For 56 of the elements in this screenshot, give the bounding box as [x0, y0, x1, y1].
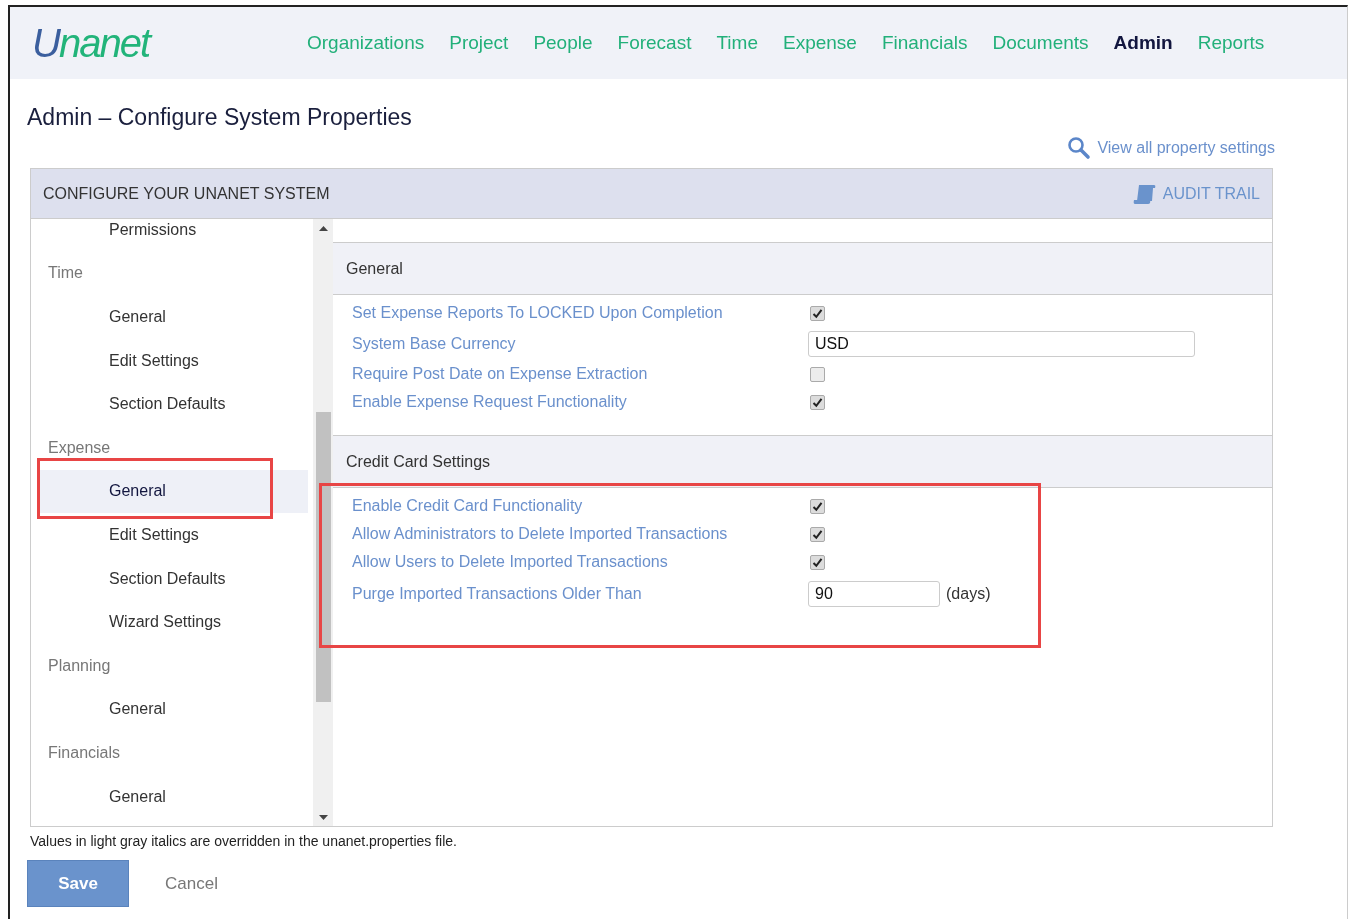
logo: Unanet	[32, 23, 149, 63]
setting-label[interactable]: Allow Users to Delete Imported Transactions	[352, 553, 808, 571]
view-all-link[interactable]: View all property settings	[1067, 136, 1275, 160]
nav-link[interactable]: Documents	[992, 32, 1089, 54]
setting-label[interactable]: Enable Credit Card Functionality	[352, 497, 808, 515]
down-arrow-icon[interactable]	[318, 815, 328, 820]
sidebar-item[interactable]: General	[40, 687, 308, 732]
sidebar-item[interactable]: Section Defaults	[40, 382, 308, 426]
scroll-icon	[1132, 182, 1157, 205]
checkbox[interactable]	[810, 366, 825, 382]
nav-link[interactable]: Expense	[783, 32, 857, 54]
sidebar-item[interactable]: Edit Settings	[40, 513, 308, 557]
days-field[interactable]: 90	[808, 581, 940, 607]
sidebar-item[interactable]: Section Defaults	[40, 556, 308, 601]
sidebar-item[interactable]: General	[40, 295, 308, 339]
checkbox[interactable]	[810, 394, 825, 410]
nav-link[interactable]: Reports	[1197, 32, 1265, 54]
checkbox[interactable]	[810, 554, 825, 570]
sidebar-item[interactable]: Edit Settings	[40, 338, 308, 383]
setting-label[interactable]: Require Post Date on Expense Extraction	[352, 365, 808, 383]
sidebar-group: Planning	[31, 643, 313, 688]
setting-label[interactable]: Allow Administrators to Delete Imported Transactions	[352, 525, 808, 543]
nav-link[interactable]: Time	[716, 32, 758, 54]
sidebar-group: Financials	[31, 731, 313, 775]
sidebar-group: Expense	[31, 425, 313, 470]
setting-label[interactable]: Purge Imported Transactions Older Than	[352, 585, 808, 603]
unit-label: (days)	[946, 585, 991, 603]
nav-link[interactable]: People	[533, 32, 593, 54]
nav-link[interactable]: Admin	[1113, 32, 1173, 54]
sidebar-item[interactable]: General	[40, 469, 308, 514]
sidebar-item[interactable]: General	[40, 774, 308, 819]
sidebar-item[interactable]: Permissions	[40, 219, 308, 252]
page-title: Admin – Configure System Properties	[27, 104, 413, 131]
footnote: Values in light gray italics are overridden in the unanet.properties file.	[30, 833, 458, 849]
sidebar-group: Time	[31, 251, 313, 296]
section-title: General	[346, 259, 403, 278]
nav-link[interactable]: Organizations	[307, 32, 425, 54]
setting-label[interactable]: Set Expense Reports To LOCKED Upon Completion	[352, 304, 808, 322]
up-arrow-icon[interactable]	[318, 226, 328, 231]
cancel-link[interactable]: Cancel	[165, 873, 218, 894]
nav-link[interactable]: Financials	[881, 32, 968, 54]
search-icon	[1067, 136, 1092, 160]
checkbox[interactable]	[810, 498, 825, 514]
panel-title: CONFIGURE YOUR UNANET SYSTEM	[43, 184, 330, 203]
scrollbar[interactable]	[313, 219, 333, 826]
nav-link[interactable]: Project	[449, 32, 509, 54]
setting-label[interactable]: System Base Currency	[352, 334, 808, 353]
save-button[interactable]: Save	[27, 860, 129, 907]
checkbox[interactable]	[810, 526, 825, 542]
sidebar-item[interactable]: Wizard Settings	[40, 600, 308, 644]
currency-field[interactable]: USD	[808, 330, 1195, 357]
checkbox[interactable]	[810, 305, 825, 321]
section-title: Credit Card Settings	[346, 452, 491, 471]
setting-label[interactable]: Enable Expense Request Functionality	[352, 393, 808, 411]
nav-link[interactable]: Forecast	[617, 32, 692, 54]
audit-trail-link[interactable]: AUDIT TRAIL	[1132, 182, 1260, 205]
